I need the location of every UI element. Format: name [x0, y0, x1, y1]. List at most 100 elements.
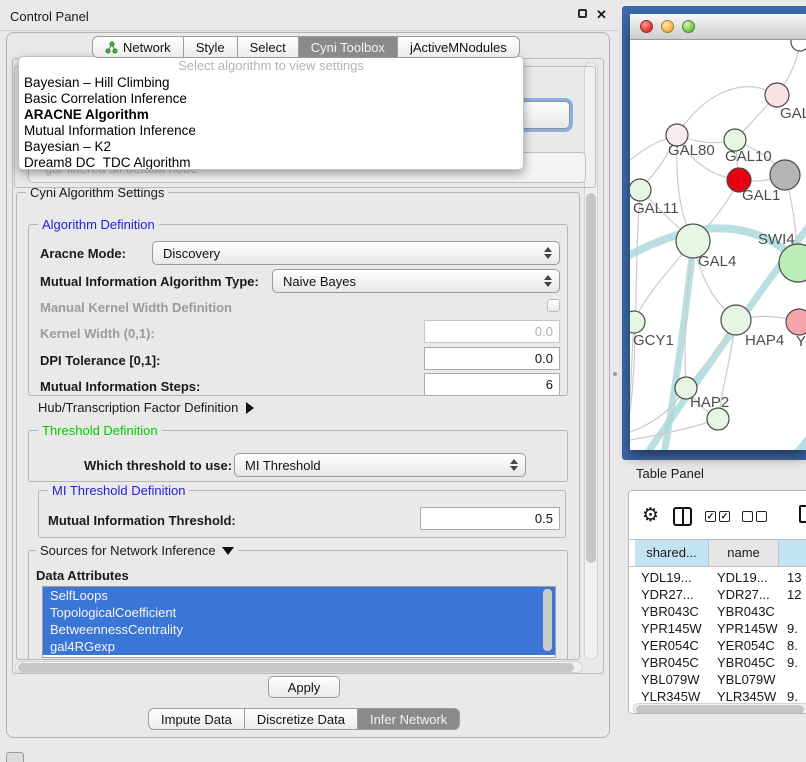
- popup-item-basic-correlation[interactable]: Basic Correlation Inference: [19, 91, 523, 107]
- algorithm-definition-title: Algorithm Definition: [38, 217, 159, 232]
- node-y-cut[interactable]: [786, 309, 806, 335]
- mi-algorithm-type-value: Naive Bayes: [283, 274, 356, 289]
- tab-style[interactable]: Style: [184, 36, 238, 58]
- close-window-icon[interactable]: ✕: [596, 9, 607, 20]
- bottom-tabs: Impute Data Discretize Data Infer Networ…: [148, 708, 460, 730]
- tab-network-label: Network: [123, 40, 171, 55]
- list-item-topologicalcoefficient[interactable]: TopologicalCoefficient: [43, 604, 555, 621]
- sources-toggle[interactable]: Sources for Network Inference: [36, 543, 238, 558]
- tab-discretize-data-label: Discretize Data: [257, 712, 345, 727]
- stepper-icon: [544, 275, 552, 287]
- settings-horizontal-scrollbar[interactable]: [15, 661, 583, 673]
- list-item-gal4rgexp[interactable]: gal4RGexp: [43, 638, 555, 655]
- node-gray[interactable]: [770, 160, 800, 190]
- column-header-name[interactable]: name: [709, 540, 779, 566]
- stepper-icon: [544, 247, 552, 259]
- control-panel-tabs: Network Style Select Cyni Toolbox jActiv…: [92, 36, 520, 58]
- network-window[interactable]: GAL GAL80 GAL10 GAL1 GAL11 SWI4 GAL4 GCY…: [630, 14, 806, 450]
- which-threshold-value: MI Threshold: [245, 458, 321, 473]
- network-canvas[interactable]: GAL GAL80 GAL10 GAL1 GAL11 SWI4 GAL4 GCY…: [630, 40, 806, 450]
- tab-infer-network-label: Infer Network: [370, 712, 447, 727]
- mi-threshold-field[interactable]: 0.5: [420, 507, 560, 530]
- tab-jactivemnodules-label: jActiveMNodules: [410, 40, 507, 55]
- label-gal-cut: GAL: [780, 105, 806, 122]
- popup-item-bayesian-k2[interactable]: Bayesian – K2: [19, 139, 523, 155]
- network-window-titlebar[interactable]: [630, 14, 806, 40]
- settings-vertical-scrollbar-thumb[interactable]: [586, 193, 596, 563]
- tab-style-label: Style: [196, 40, 225, 55]
- panel-divider-handle[interactable]: [613, 372, 617, 376]
- control-panel-titlebar: [0, 0, 618, 31]
- tab-impute-data[interactable]: Impute Data: [148, 708, 245, 730]
- float-glyph: [578, 9, 587, 18]
- label-gal11: GAL11: [633, 200, 679, 217]
- select-all-icon[interactable]: ✓ ✓: [705, 511, 730, 522]
- unchecked-box-icon: [756, 511, 767, 522]
- mi-steps-field[interactable]: 6: [424, 373, 560, 396]
- table-horizontal-scrollbar[interactable]: [633, 703, 806, 714]
- hub-definition-label: Hub/Transcription Factor Definition: [38, 400, 238, 415]
- settings-horizontal-scrollbar-thumb[interactable]: [18, 663, 574, 672]
- column-header-partial[interactable]: [779, 540, 806, 566]
- node-gal11[interactable]: [630, 179, 651, 201]
- screen: Control Panel ✕ Network Style Select Cyn…: [0, 0, 806, 762]
- popup-item-dream8[interactable]: Dream8 DC_TDC Algorithm: [19, 155, 523, 170]
- document-icon[interactable]: [799, 505, 806, 523]
- label-hap2: HAP2: [690, 394, 729, 411]
- node-unnamed-top[interactable]: [791, 40, 806, 51]
- network-icon: [105, 41, 118, 54]
- mi-threshold-label: Mutual Information Threshold:: [48, 513, 236, 528]
- algorithm-dropdown-popup: Select algorithm to view settings Bayesi…: [18, 56, 524, 170]
- popup-item-aracne[interactable]: ARACNE Algorithm: [19, 107, 523, 123]
- aracne-mode-combobox[interactable]: Discovery: [152, 241, 560, 265]
- kernel-width-label: Kernel Width (0,1):: [40, 326, 155, 341]
- deselect-all-icon[interactable]: [742, 511, 767, 522]
- aracne-mode-value: Discovery: [163, 246, 220, 261]
- threshold-definition-title: Threshold Definition: [38, 423, 162, 438]
- dpi-tolerance-field[interactable]: 0.0: [424, 347, 560, 370]
- label-gal10: GAL10: [725, 148, 772, 165]
- node-gal-cut[interactable]: [765, 83, 789, 107]
- which-threshold-combobox[interactable]: MI Threshold: [234, 453, 526, 477]
- close-traffic-light-icon[interactable]: [640, 20, 653, 33]
- list-item-selfloops[interactable]: SelfLoops: [43, 587, 555, 604]
- list-item-betweennesscentrality[interactable]: BetweennessCentrality: [43, 621, 555, 638]
- node-hap4[interactable]: [721, 305, 751, 335]
- node-gcy1[interactable]: [630, 311, 645, 333]
- tab-network[interactable]: Network: [92, 36, 184, 58]
- manual-kernel-width-label: Manual Kernel Width Definition: [40, 300, 232, 315]
- tab-jactivemnodules[interactable]: jActiveMNodules: [398, 36, 520, 58]
- network-edge-teal: [690, 438, 806, 450]
- table-horizontal-scrollbar-thumb[interactable]: [636, 705, 804, 714]
- table-panel: ⚙ ✓ ✓ shared... name YDL19...YDL19...13 …: [628, 490, 806, 714]
- tab-infer-network[interactable]: Infer Network: [358, 708, 460, 730]
- column-header-shared-name[interactable]: shared...: [635, 540, 709, 566]
- apply-button[interactable]: Apply: [268, 676, 340, 698]
- popup-item-bayesian-hill-climbing[interactable]: Bayesian – Hill Climbing: [19, 75, 523, 91]
- kernel-width-field: 0.0: [424, 320, 560, 343]
- data-attributes-list: SelfLoops TopologicalCoefficient Between…: [42, 586, 556, 658]
- columns-icon[interactable]: [673, 507, 692, 526]
- node-bottom[interactable]: [707, 408, 729, 430]
- manual-kernel-width-checkbox: [547, 299, 560, 312]
- list-scrollbar-thumb[interactable]: [543, 589, 552, 651]
- hub-definition-toggle[interactable]: Hub/Transcription Factor Definition: [38, 400, 254, 415]
- label-swi4: SWI4: [758, 231, 795, 248]
- gear-icon[interactable]: ⚙: [642, 505, 659, 525]
- label-gal80: GAL80: [668, 142, 715, 159]
- mi-threshold-title: MI Threshold Definition: [48, 483, 189, 498]
- float-window-icon[interactable]: [578, 9, 589, 20]
- mi-algorithm-type-combobox[interactable]: Naive Bayes: [272, 269, 560, 293]
- tab-cyni-toolbox[interactable]: Cyni Toolbox: [299, 36, 398, 58]
- minimize-traffic-light-icon[interactable]: [661, 20, 674, 33]
- minimized-panel-icon[interactable]: [6, 752, 24, 762]
- popup-prompt: Select algorithm to view settings: [19, 57, 523, 75]
- tab-cyni-toolbox-label: Cyni Toolbox: [311, 40, 385, 55]
- popup-item-mutual-information[interactable]: Mutual Information Inference: [19, 123, 523, 139]
- collapse-arrow-icon: [246, 402, 254, 414]
- which-threshold-label: Which threshold to use:: [84, 458, 232, 473]
- tab-select[interactable]: Select: [238, 36, 299, 58]
- zoom-traffic-light-icon[interactable]: [682, 20, 695, 33]
- label-y-cut: Y: [796, 333, 806, 350]
- tab-discretize-data[interactable]: Discretize Data: [245, 708, 358, 730]
